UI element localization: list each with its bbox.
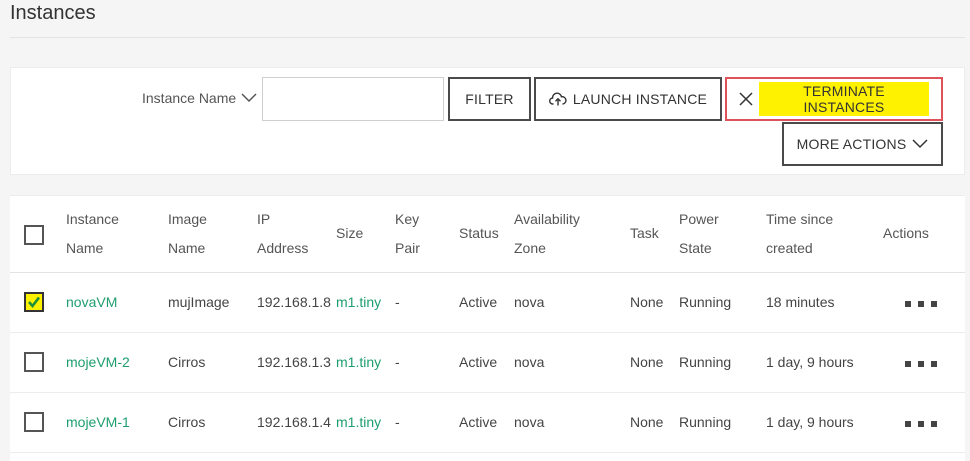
row-checkbox[interactable]: [24, 412, 44, 432]
table-row: novaVM mujImage 192.168.1.8 m1.tiny - Ac…: [10, 272, 965, 332]
filter-button[interactable]: FILTER: [448, 77, 531, 121]
more-dots-icon[interactable]: [905, 357, 937, 371]
size-link[interactable]: m1.tiny: [336, 414, 381, 430]
status-cell: Active: [459, 294, 498, 310]
table-row: mojeVM-1 Cirros 192.168.1.4 m1.tiny - Ac…: [10, 392, 965, 452]
header-actions: Actions: [883, 225, 929, 242]
table-row: mojeVM-2 Cirros 192.168.1.3 m1.tiny - Ac…: [10, 332, 965, 392]
availability-zone-cell: nova: [514, 294, 545, 310]
time-since-created-cell: 1 day, 9 hours: [766, 414, 854, 430]
more-dots-icon[interactable]: [905, 297, 937, 311]
title-divider: [10, 37, 965, 38]
instances-toolbar: Instance Name FILTER LAUNCH INSTANCE TER…: [10, 67, 965, 175]
image-name-cell: mujImage: [168, 294, 230, 310]
power-state-cell: Running: [679, 414, 732, 430]
status-cell: Active: [459, 414, 498, 430]
header-size[interactable]: Size: [336, 196, 395, 272]
availability-zone-cell: nova: [514, 354, 545, 370]
header-key-pair[interactable]: Key Pair: [395, 196, 459, 272]
time-since-created-cell: 1 day, 9 hours: [766, 354, 854, 370]
filter-button-label: FILTER: [465, 91, 514, 107]
more-actions-label: MORE ACTIONS: [796, 136, 907, 152]
key-pair-cell: -: [395, 354, 400, 370]
header-image-name[interactable]: Image Name: [168, 196, 257, 272]
time-since-created-cell: 18 minutes: [766, 294, 835, 310]
select-all-checkbox[interactable]: [24, 224, 44, 245]
ip-address-cell: 192.168.1.4: [257, 414, 331, 430]
row-checkbox[interactable]: [24, 292, 44, 312]
status-cell: Active: [459, 354, 498, 370]
chevron-down-icon: [912, 139, 928, 149]
image-name-cell: Cirros: [168, 354, 206, 370]
filter-input[interactable]: [262, 77, 444, 121]
task-cell: None: [630, 294, 664, 310]
ip-address-cell: 192.168.1.3: [257, 354, 331, 370]
instance-name-link[interactable]: mojeVM-2: [66, 354, 130, 370]
terminate-instances-button[interactable]: TERMINATE INSTANCES: [725, 77, 943, 121]
more-dots-icon[interactable]: [905, 417, 937, 431]
terminate-instances-label: TERMINATE INSTANCES: [759, 82, 929, 116]
close-icon: [739, 92, 753, 106]
launch-instance-button[interactable]: LAUNCH INSTANCE: [534, 77, 722, 121]
filter-field-dropdown[interactable]: Instance Name: [142, 90, 257, 106]
header-availability-zone[interactable]: Availability Zone: [514, 196, 630, 272]
header-task[interactable]: Task: [630, 196, 679, 272]
image-name-cell: Cirros: [168, 414, 206, 430]
cloud-upload-icon: [548, 92, 567, 106]
row-checkbox[interactable]: [24, 352, 44, 372]
header-ip-address[interactable]: IP Address: [257, 196, 336, 272]
key-pair-cell: -: [395, 414, 400, 430]
size-link[interactable]: m1.tiny: [336, 294, 381, 310]
power-state-cell: Running: [679, 354, 732, 370]
more-actions-button[interactable]: MORE ACTIONS: [782, 122, 943, 166]
page-title: Instances: [10, 2, 96, 24]
header-status[interactable]: Status: [459, 196, 514, 272]
filter-field-label: Instance Name: [142, 90, 237, 106]
ip-address-cell: 192.168.1.8: [257, 294, 331, 310]
size-link[interactable]: m1.tiny: [336, 354, 381, 370]
availability-zone-cell: nova: [514, 414, 545, 430]
header-instance-name[interactable]: Instance Name: [66, 196, 168, 272]
chevron-down-icon: [241, 93, 257, 103]
launch-instance-label: LAUNCH INSTANCE: [572, 91, 708, 107]
table-header-row: Instance Name Image Name IP Address Size Ke…: [10, 196, 965, 272]
task-cell: None: [630, 354, 664, 370]
instances-table-card: Instance Name Image Name IP Address Size Ke…: [10, 195, 965, 461]
instance-name-link[interactable]: mojeVM-1: [66, 414, 130, 430]
instance-name-link[interactable]: novaVM: [66, 294, 117, 310]
instances-table: Instance Name Image Name IP Address Size Ke…: [10, 196, 965, 453]
header-power-state[interactable]: Power State: [679, 196, 766, 272]
task-cell: None: [630, 414, 664, 430]
power-state-cell: Running: [679, 294, 732, 310]
key-pair-cell: -: [395, 294, 400, 310]
checkmark-icon: [28, 296, 41, 309]
header-time-since-created[interactable]: Time since created: [766, 196, 883, 272]
